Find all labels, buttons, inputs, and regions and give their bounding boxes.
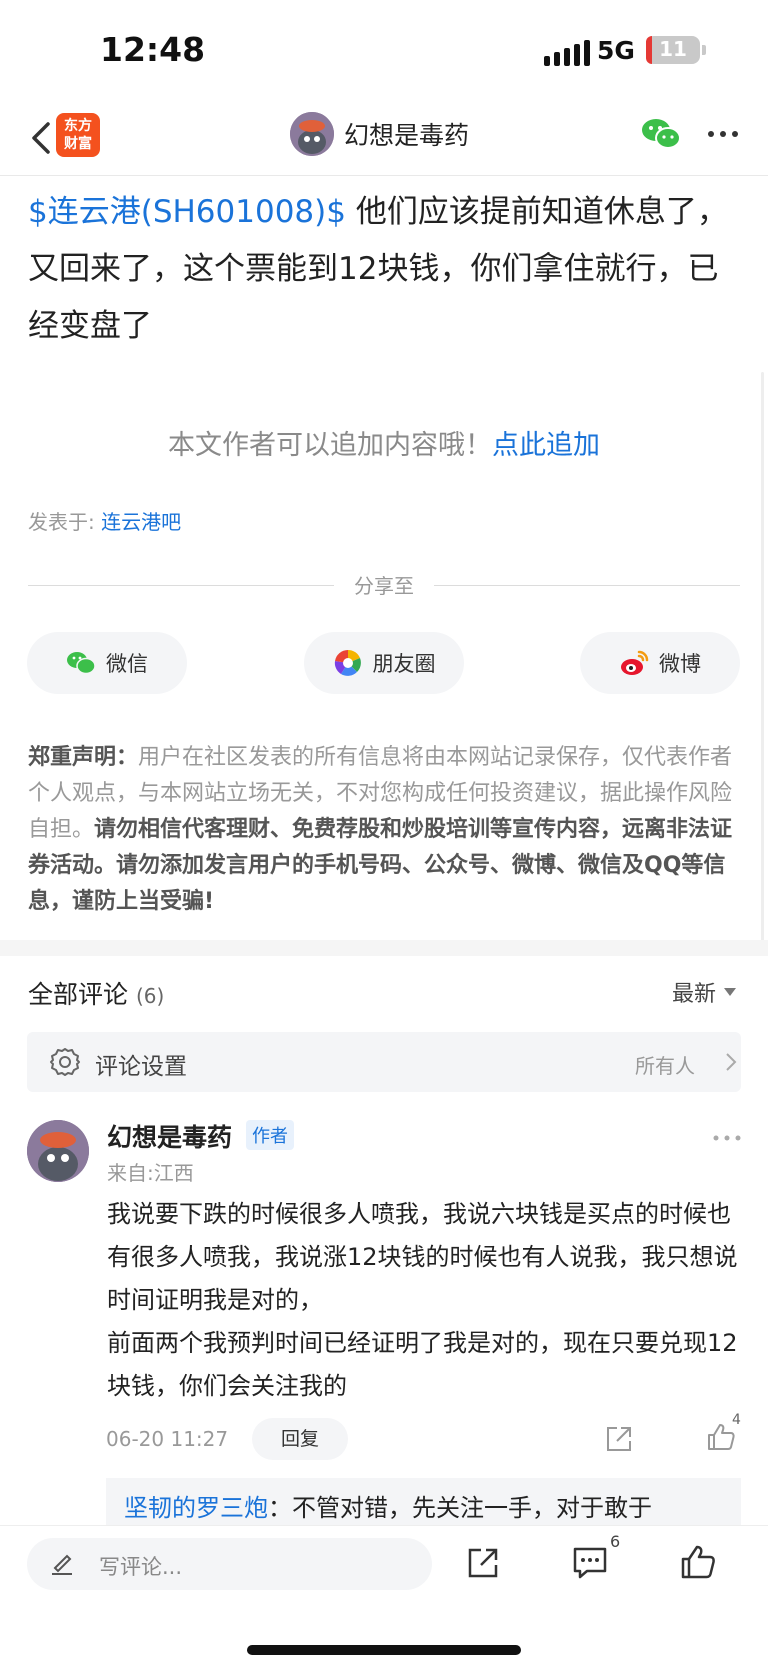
section-divider xyxy=(0,940,768,956)
disclaimer-warning: 请勿相信代客理财、免费荐股和炒股培训等宣传内容，远离非法证券活动。请勿添加发言用… xyxy=(28,817,733,914)
forum-link[interactable]: 连云港吧 xyxy=(101,510,181,534)
sort-label: 最新 xyxy=(672,982,717,1007)
chevron-right-icon xyxy=(726,1053,737,1071)
nav-bar: 东方 财富 幻想是毒药 xyxy=(0,100,768,176)
comment-settings-label: 评论设置 xyxy=(95,1054,187,1080)
disclaimer-label: 郑重声明： xyxy=(28,745,139,770)
caret-down-icon xyxy=(724,988,737,996)
nav-title[interactable]: 幻想是毒药 xyxy=(344,116,469,152)
author-avatar[interactable] xyxy=(290,112,334,156)
comment-location: 来自:江西 xyxy=(107,1161,194,1185)
comment-count-badge: 6 xyxy=(610,1532,621,1551)
reply-button[interactable]: 回复 xyxy=(252,1418,348,1460)
scrollbar[interactable] xyxy=(761,372,764,942)
reply-author-name[interactable]: 坚韧的罗三炮 xyxy=(124,1494,268,1522)
write-comment-input[interactable]: 写评论... xyxy=(27,1538,432,1590)
append-prompt-row: 本文作者可以追加内容哦！点此追加 xyxy=(0,423,768,462)
share-weibo-label: 微博 xyxy=(659,652,701,676)
more-icon[interactable] xyxy=(712,1134,742,1142)
bottom-bar: 写评论... 6 xyxy=(0,1525,768,1665)
more-icon[interactable] xyxy=(706,124,740,144)
comment-settings-row[interactable]: 评论设置 所有人 xyxy=(27,1032,741,1092)
pencil-icon xyxy=(52,1554,72,1575)
share-icon[interactable] xyxy=(604,1424,634,1454)
like-count: 4 xyxy=(732,1412,741,1428)
author-badge: 作者 xyxy=(246,1120,294,1150)
wechat-icon[interactable] xyxy=(640,116,682,152)
comment-settings-value: 所有人 xyxy=(635,1054,695,1078)
disclaimer: 郑重声明：用户在社区发表的所有信息将由本网站记录保存，仅代表作者个人观点，与本网… xyxy=(28,740,740,920)
published-label: 发表于: xyxy=(28,510,95,534)
reply-preview[interactable]: 坚韧的罗三炮：不管对错，先关注一手，对于敢于 xyxy=(106,1478,741,1526)
signal-icon xyxy=(544,40,590,66)
published-in: 发表于: 连云港吧 xyxy=(28,506,181,535)
comment-text: 我说要下跌的时候很多人喷我，我说六块钱是买点的时候也有很多人喷我，我说涨12块钱… xyxy=(107,1193,743,1408)
sort-dropdown[interactable]: 最新 xyxy=(672,976,737,1008)
comments-header: 全部评论 (6) xyxy=(28,975,164,1011)
app-logo-line2: 财富 xyxy=(64,136,92,152)
comment-icon[interactable] xyxy=(572,1546,608,1580)
share-wechat-label: 微信 xyxy=(106,652,148,676)
gear-icon xyxy=(50,1048,80,1076)
thumbs-up-icon[interactable] xyxy=(680,1544,716,1580)
weibo-icon xyxy=(621,650,649,675)
status-time: 12:48 xyxy=(100,30,206,69)
comment-text-paragraph: 前面两个我预判时间已经证明了我是对的，现在只要兑现12块钱，你们会关注我的 xyxy=(107,1329,738,1400)
write-comment-placeholder: 写评论... xyxy=(99,1555,183,1579)
battery-icon: 11 xyxy=(646,36,700,64)
divider xyxy=(434,585,740,586)
comment-author-name[interactable]: 幻想是毒药 xyxy=(107,1118,232,1154)
status-bar: 12:48 5G 11 xyxy=(0,0,768,100)
avatar[interactable] xyxy=(27,1120,89,1182)
share-icon[interactable] xyxy=(466,1546,500,1580)
share-weibo-button[interactable]: 微博 xyxy=(580,632,740,694)
share-moments-label: 朋友圈 xyxy=(372,652,436,676)
wechat-icon xyxy=(67,652,96,675)
stock-tag-link[interactable]: $连云港(SH601008)$ xyxy=(28,194,346,230)
network-label: 5G xyxy=(597,36,635,65)
append-link[interactable]: 点此追加 xyxy=(492,430,600,461)
share-wechat-button[interactable]: 微信 xyxy=(27,632,187,694)
share-moments-button[interactable]: 朋友圈 xyxy=(304,632,464,694)
comment-time: 06-20 11:27 xyxy=(106,1427,229,1451)
comments-count: (6) xyxy=(135,984,165,1008)
home-indicator xyxy=(247,1645,521,1655)
moments-icon xyxy=(334,649,361,676)
comment-text-paragraph: 我说要下跌的时候很多人喷我，我说六块钱是买点的时候也有很多人喷我，我说涨12块钱… xyxy=(107,1200,738,1314)
post-body: $连云港(SH601008)$ 他们应该提前知道休息了，又回来了，这个票能到12… xyxy=(28,184,740,355)
back-icon[interactable] xyxy=(26,118,60,158)
reply-text: ：不管对错，先关注一手，对于敢于 xyxy=(268,1494,652,1522)
battery-level: 11 xyxy=(659,37,687,61)
app-logo-line1: 东方 xyxy=(64,118,92,134)
comments-title: 全部评论 xyxy=(28,980,129,1009)
append-prompt: 本文作者可以追加内容哦！ xyxy=(168,430,492,461)
app-logo[interactable]: 东方 财富 xyxy=(56,113,100,157)
